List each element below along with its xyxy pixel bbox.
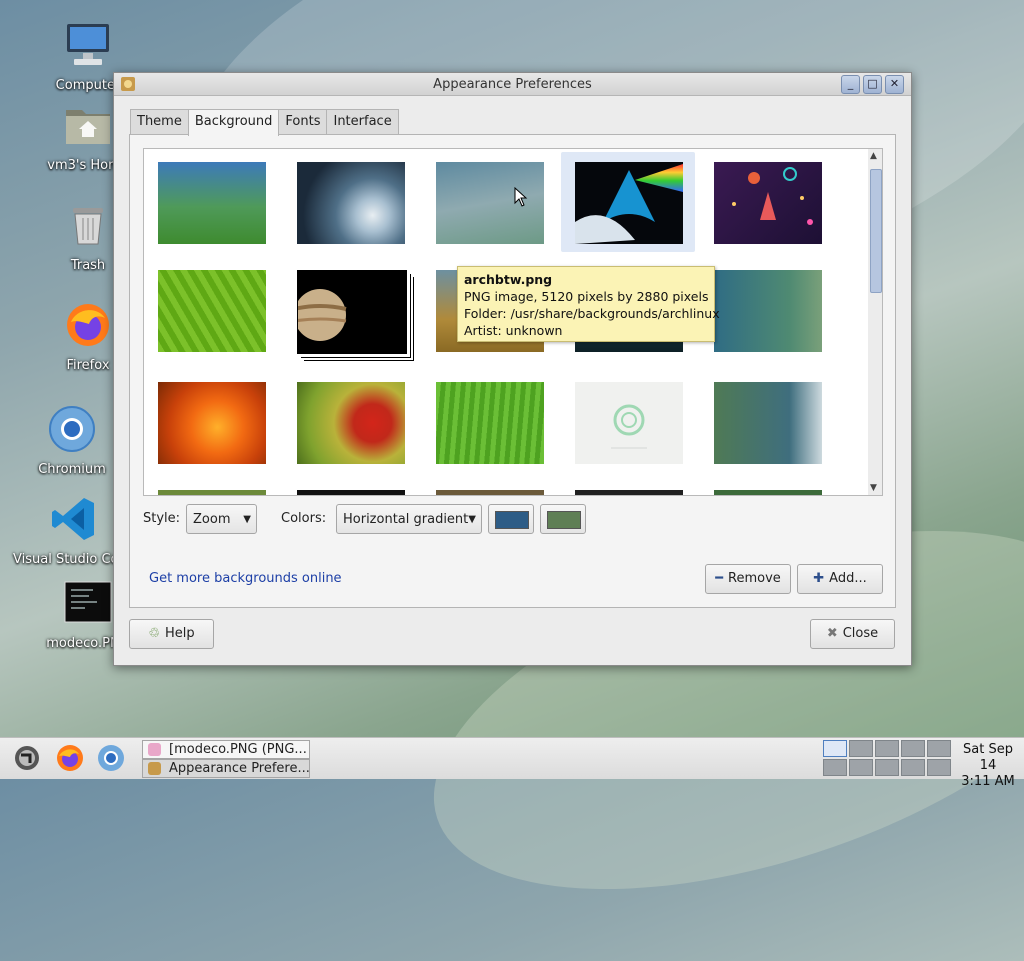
wallpaper-thumbnail[interactable] (158, 382, 266, 464)
wallpaper-thumbnail[interactable] (158, 270, 266, 352)
style-dropdown[interactable]: Zoom ▼ (186, 504, 257, 534)
computer-icon (43, 20, 133, 74)
secondary-color-swatch (547, 511, 581, 529)
vscode-icon (29, 494, 119, 548)
tab-theme[interactable]: Theme (130, 109, 189, 134)
tooltip-image-info: PNG image, 5120 pixels by 2880 pixels (464, 289, 709, 304)
workspace-pager[interactable] (823, 740, 951, 778)
taskbar: [modeco.PNG (PNG... Appearance Prefere..… (0, 737, 1024, 789)
style-value: Zoom (193, 512, 231, 527)
workspace-6[interactable] (823, 759, 847, 776)
taskbar-task-appearance[interactable]: Appearance Prefere... (142, 759, 310, 778)
wallpaper-thumbnail[interactable] (158, 490, 266, 495)
workspace-10[interactable] (927, 759, 951, 776)
task-label: Appearance Prefere... (169, 761, 310, 776)
style-label: Style: (143, 511, 181, 526)
workspace-2[interactable] (849, 740, 873, 757)
wallpaper-thumbnail[interactable] (714, 270, 822, 352)
workspace-7[interactable] (849, 759, 873, 776)
close-icon: ✖ (826, 626, 838, 641)
primary-color-button[interactable] (488, 504, 534, 534)
chevron-down-icon: ▼ (468, 514, 476, 525)
wallpaper-thumbnail[interactable] (436, 382, 544, 464)
minimize-button[interactable]: _ (841, 75, 860, 94)
image-viewer-icon (148, 743, 161, 756)
window-titlebar[interactable]: Appearance Preferences _ □ ✕ (114, 73, 911, 96)
tab-background[interactable]: Background (187, 109, 280, 136)
chromium-icon (27, 404, 117, 458)
desktop-icon-chromium[interactable]: Chromium (27, 404, 117, 477)
chromium-launcher-icon[interactable] (96, 743, 126, 773)
wallpaper-scrollbar[interactable]: ▲ ▼ (868, 148, 883, 496)
scroll-up-icon[interactable]: ▲ (870, 151, 877, 161)
desktop-icon-vscode[interactable]: Visual Studio Code (13, 494, 135, 567)
colors-dropdown[interactable]: Horizontal gradient ▼ (336, 504, 482, 534)
help-button[interactable]: ♲ Help (129, 619, 214, 649)
wallpaper-thumbnail[interactable] (714, 490, 822, 495)
remove-label: Remove (728, 571, 781, 586)
wallpaper-thumbnail[interactable] (297, 382, 405, 464)
close-label: Close (842, 626, 879, 641)
get-more-backgrounds-link[interactable]: Get more backgrounds online (149, 571, 342, 586)
remove-button[interactable]: ━ Remove (705, 564, 791, 594)
desktop-icon-label: Chromium (38, 462, 106, 477)
tooltip-filename: archbtw.png (464, 272, 553, 287)
chevron-down-icon: ▼ (243, 514, 251, 525)
help-label: Help (165, 626, 195, 641)
desktop-icon-label: Visual Studio Code (13, 552, 135, 567)
wallpaper-thumbnail[interactable] (297, 270, 407, 354)
wallpaper-thumbnail[interactable] (297, 162, 405, 244)
workspace-1[interactable] (823, 740, 847, 757)
wallpaper-thumbnail[interactable] (714, 382, 822, 464)
clock[interactable]: Sat Sep 14 3:11 AM (953, 742, 1023, 790)
workspace-9[interactable] (901, 759, 925, 776)
clock-date: Sat Sep 14 (963, 742, 1013, 773)
remove-icon: ━ (715, 571, 724, 586)
help-icon: ♲ (148, 626, 160, 641)
taskbar-task-modeco[interactable]: [modeco.PNG (PNG... (142, 740, 310, 759)
workspace-3[interactable] (875, 740, 899, 757)
appearance-app-icon (148, 762, 161, 775)
maximize-button[interactable]: □ (863, 75, 882, 94)
workspace-4[interactable] (901, 740, 925, 757)
wallpaper-thumbnail[interactable] (158, 162, 266, 244)
workspace-5[interactable] (927, 740, 951, 757)
start-menu-icon[interactable] (12, 743, 42, 773)
colors-label: Colors: (281, 511, 327, 526)
wallpaper-thumbnail[interactable] (297, 490, 405, 495)
wallpaper-thumbnail[interactable] (436, 490, 544, 495)
secondary-color-button[interactable] (540, 504, 586, 534)
task-label: [modeco.PNG (PNG... (169, 742, 307, 757)
background-tab-panel: ▲ ▼ Style: Zoom ▼ Colors: Horizontal gra… (129, 134, 896, 608)
window-title: Appearance Preferences (433, 77, 592, 92)
workspace-8[interactable] (875, 759, 899, 776)
wallpaper-tooltip: archbtw.png PNG image, 5120 pixels by 28… (457, 266, 720, 342)
add-icon: ✚ (813, 571, 825, 586)
scrollbar-thumb[interactable] (870, 169, 882, 293)
wallpaper-thumbnail[interactable] (575, 490, 683, 495)
wallpaper-thumbnail[interactable] (714, 162, 822, 244)
scroll-down-icon[interactable]: ▼ (870, 483, 877, 493)
primary-color-swatch (495, 511, 529, 529)
close-button[interactable]: ✖ Close (810, 619, 895, 649)
tab-interface[interactable]: Interface (326, 109, 399, 134)
tooltip-artist: Artist: unknown (464, 323, 563, 338)
close-window-button[interactable]: ✕ (885, 75, 904, 94)
tab-fonts[interactable]: Fonts (278, 109, 328, 134)
appearance-preferences-window: Appearance Preferences _ □ ✕ Theme Backg… (113, 72, 912, 666)
wallpaper-thumbnail[interactable] (575, 382, 683, 464)
add-label: Add... (829, 571, 867, 586)
tab-bar: Theme Background Fonts Interface (130, 109, 399, 136)
wallpaper-thumbnail[interactable] (575, 162, 683, 244)
clock-time: 3:11 AM (961, 774, 1015, 789)
firefox-launcher-icon[interactable] (55, 743, 85, 773)
tooltip-folder: Folder: /usr/share/backgrounds/archlinux (464, 306, 720, 321)
colors-value: Horizontal gradient (343, 512, 469, 527)
add-button[interactable]: ✚ Add... (797, 564, 883, 594)
mouse-cursor-icon (514, 186, 528, 211)
